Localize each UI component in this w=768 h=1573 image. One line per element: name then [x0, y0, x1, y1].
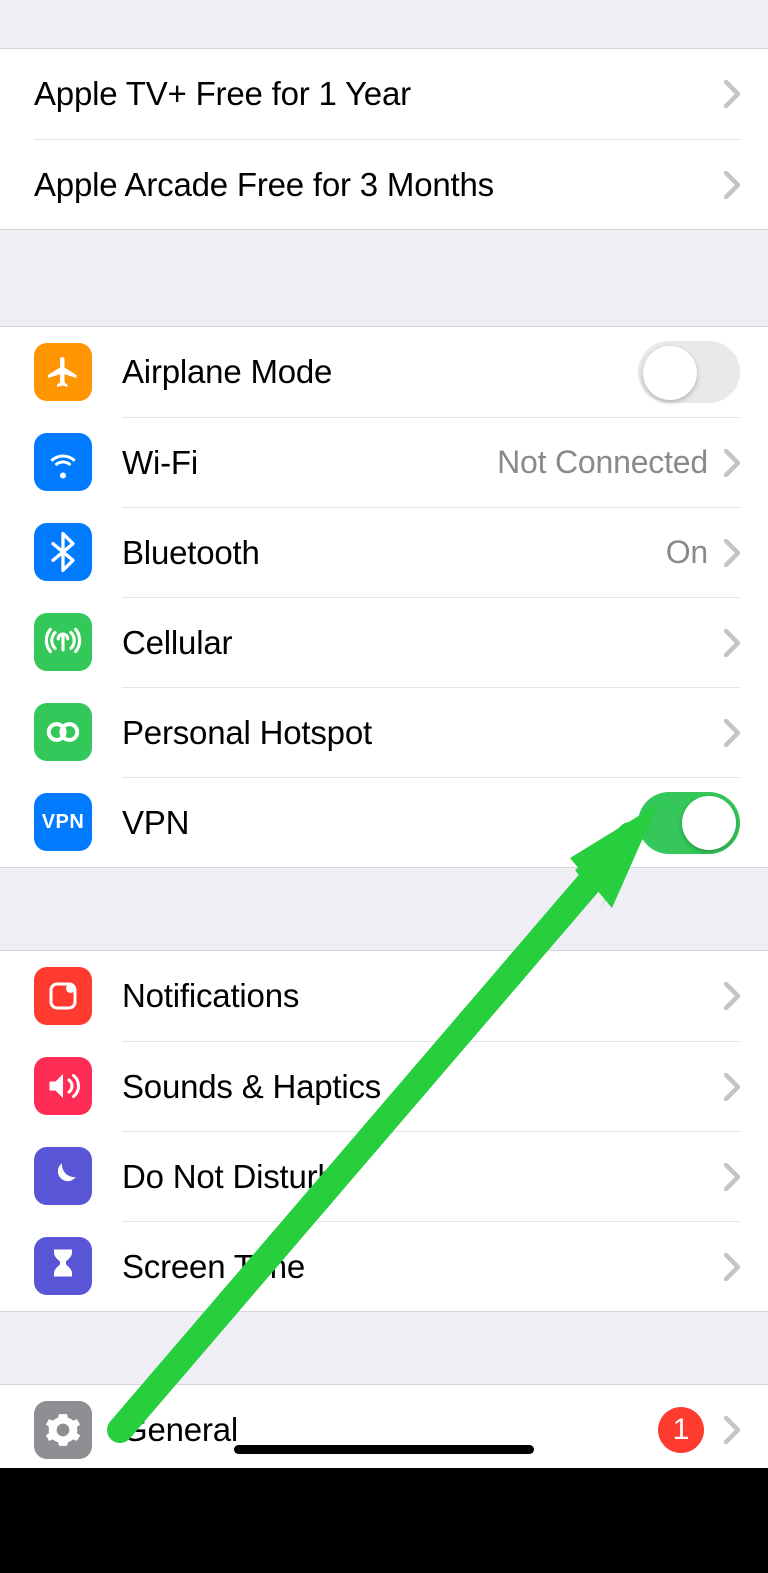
update-badge: 1: [658, 1407, 704, 1453]
dnd-label: Do Not Disturb: [122, 1158, 724, 1196]
connectivity-group: Airplane Mode Wi-Fi Not Connected Blueto…: [0, 326, 768, 868]
group-spacer: [0, 1312, 768, 1384]
chevron-right-icon: [724, 629, 740, 657]
row-general[interactable]: General 1: [0, 1385, 768, 1468]
top-spacer: [0, 0, 768, 48]
sounds-icon: [34, 1057, 92, 1115]
notifications-icon: [34, 967, 92, 1025]
promo-label: Apple TV+ Free for 1 Year: [34, 75, 724, 113]
row-notifications[interactable]: Notifications: [0, 951, 768, 1041]
wifi-label: Wi-Fi: [122, 444, 497, 482]
home-indicator[interactable]: [234, 1445, 534, 1454]
bluetooth-label: Bluetooth: [122, 534, 666, 572]
vpn-label: VPN: [122, 804, 638, 842]
cellular-icon: [34, 613, 92, 671]
chevron-right-icon: [724, 982, 740, 1010]
chevron-right-icon: [724, 1253, 740, 1281]
chevron-right-icon: [724, 1416, 740, 1444]
row-vpn[interactable]: VPN VPN: [0, 777, 768, 867]
hotspot-icon: [34, 703, 92, 761]
airplane-toggle[interactable]: [638, 341, 740, 403]
moon-icon: [34, 1147, 92, 1205]
chevron-right-icon: [724, 171, 740, 199]
row-cellular[interactable]: Cellular: [0, 597, 768, 687]
chevron-right-icon: [724, 1073, 740, 1101]
chevron-right-icon: [724, 719, 740, 747]
gear-icon: [34, 1401, 92, 1459]
group-spacer: [0, 868, 768, 950]
cellular-label: Cellular: [122, 624, 724, 662]
bluetooth-value: On: [666, 534, 708, 571]
row-screen-time[interactable]: Screen Time: [0, 1221, 768, 1311]
hotspot-label: Personal Hotspot: [122, 714, 724, 752]
wifi-value: Not Connected: [497, 444, 708, 481]
group-spacer: [0, 230, 768, 326]
screentime-label: Screen Time: [122, 1248, 724, 1286]
system-group: General 1: [0, 1384, 768, 1468]
row-sounds-haptics[interactable]: Sounds & Haptics: [0, 1041, 768, 1131]
hourglass-icon: [34, 1237, 92, 1295]
vpn-icon-text: VPN: [42, 811, 85, 834]
notifications-label: Notifications: [122, 977, 724, 1015]
chevron-right-icon: [724, 449, 740, 477]
sounds-label: Sounds & Haptics: [122, 1068, 724, 1106]
settings-screen: Apple TV+ Free for 1 Year Apple Arcade F…: [0, 0, 768, 1468]
airplane-label: Airplane Mode: [122, 353, 638, 391]
chevron-right-icon: [724, 539, 740, 567]
prefs-group: Notifications Sounds & Haptics Do Not Di…: [0, 950, 768, 1312]
row-bluetooth[interactable]: Bluetooth On: [0, 507, 768, 597]
promo-apple-tv[interactable]: Apple TV+ Free for 1 Year: [0, 49, 768, 139]
row-do-not-disturb[interactable]: Do Not Disturb: [0, 1131, 768, 1221]
chevron-right-icon: [724, 80, 740, 108]
wifi-icon: [34, 433, 92, 491]
promo-label: Apple Arcade Free for 3 Months: [34, 166, 724, 204]
airplane-icon: [34, 343, 92, 401]
row-wifi[interactable]: Wi-Fi Not Connected: [0, 417, 768, 507]
bluetooth-icon: [34, 523, 92, 581]
promo-apple-arcade[interactable]: Apple Arcade Free for 3 Months: [0, 139, 768, 229]
chevron-right-icon: [724, 1163, 740, 1191]
bottom-black-bar: [0, 1468, 768, 1573]
row-personal-hotspot[interactable]: Personal Hotspot: [0, 687, 768, 777]
vpn-icon: VPN: [34, 793, 92, 851]
promo-group: Apple TV+ Free for 1 Year Apple Arcade F…: [0, 48, 768, 230]
row-airplane-mode[interactable]: Airplane Mode: [0, 327, 768, 417]
general-label: General: [122, 1411, 658, 1449]
vpn-toggle[interactable]: [638, 792, 740, 854]
